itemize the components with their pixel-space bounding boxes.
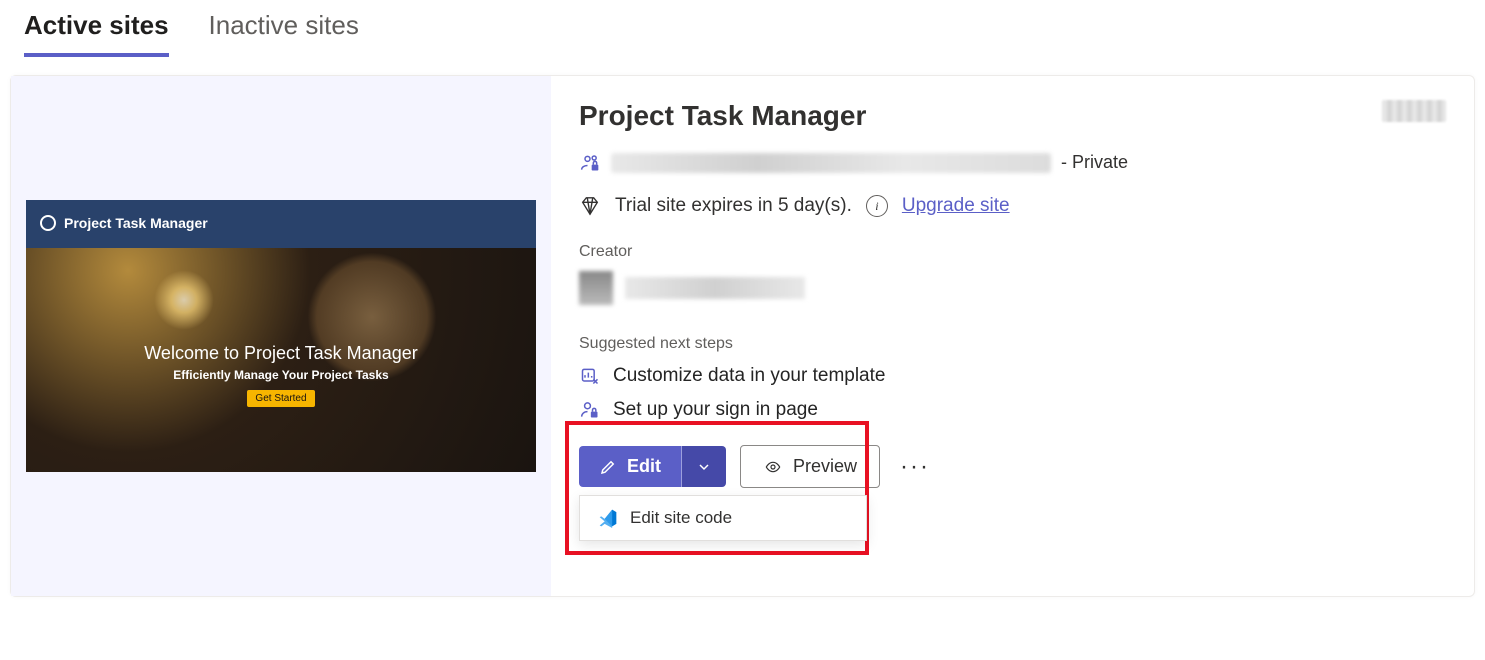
edit-site-code-item[interactable]: Edit site code [630,508,732,528]
person-lock-icon [579,400,601,420]
thumb-hero: Welcome to Project Task Manager Efficien… [26,248,536,472]
thumb-brand: Project Task Manager [64,215,208,231]
thumb-hero-title: Welcome to Project Task Manager [144,343,417,364]
title-row: Project Task Manager [579,100,1446,132]
edit-button-label: Edit [627,456,661,477]
preview-button-label: Preview [793,456,857,477]
preview-button[interactable]: Preview [740,445,880,488]
redacted-url [611,153,1051,173]
eye-icon [763,459,783,475]
edit-button[interactable]: Edit [579,446,682,487]
creator-label: Creator [579,243,1446,261]
thumb-hero-sub: Efficiently Manage Your Project Tasks [173,368,388,382]
step-customize-data[interactable]: Customize data in your template [579,365,1446,387]
site-thumbnail[interactable]: Project Task Manager Home About Us Conta… [26,200,536,472]
people-lock-icon [579,153,601,173]
vscode-icon [598,508,618,528]
site-thumbnail-panel: Project Task Manager Home About Us Conta… [11,76,551,596]
step-text: Set up your sign in page [613,399,818,421]
edit-split-button: Edit [579,446,726,487]
chart-edit-icon [579,366,601,386]
thumb-logo-icon [40,215,56,231]
site-title: Project Task Manager [579,100,866,132]
suggested-label: Suggested next steps [579,335,1446,353]
trial-text: Trial site expires in 5 day(s). [615,195,852,217]
diamond-icon [579,195,601,217]
thumb-hero-button: Get Started [247,390,314,407]
chevron-down-icon [696,459,712,475]
pencil-icon [599,458,617,476]
action-buttons-row: Edit Preview [579,445,1446,488]
info-icon[interactable]: i [866,195,888,217]
thumb-topbar: Project Task Manager [26,200,536,246]
trial-row: Trial site expires in 5 day(s). i Upgrad… [579,195,1446,217]
site-card: Project Task Manager Home About Us Conta… [10,75,1475,597]
creator-avatar-redacted [579,271,613,305]
edit-dropdown-button[interactable] [682,446,726,487]
more-actions-button[interactable]: ··· [894,449,936,485]
step-text: Customize data in your template [613,365,885,387]
redacted-tag [1382,100,1446,122]
tab-active-sites[interactable]: Active sites [24,10,169,57]
tab-inactive-sites[interactable]: Inactive sites [209,10,359,53]
visibility-label: - Private [1061,152,1128,173]
step-signin-page[interactable]: Set up your sign in page [579,399,1446,421]
edit-dropdown-menu: Edit site code [579,495,867,541]
site-details: Project Task Manager - Private Tr [551,76,1474,596]
sites-tabs: Active sites Inactive sites [0,0,1485,57]
visibility-row: - Private [579,152,1446,173]
upgrade-site-link[interactable]: Upgrade site [902,195,1010,217]
creator-row [579,271,1446,305]
creator-name-redacted [625,277,805,299]
